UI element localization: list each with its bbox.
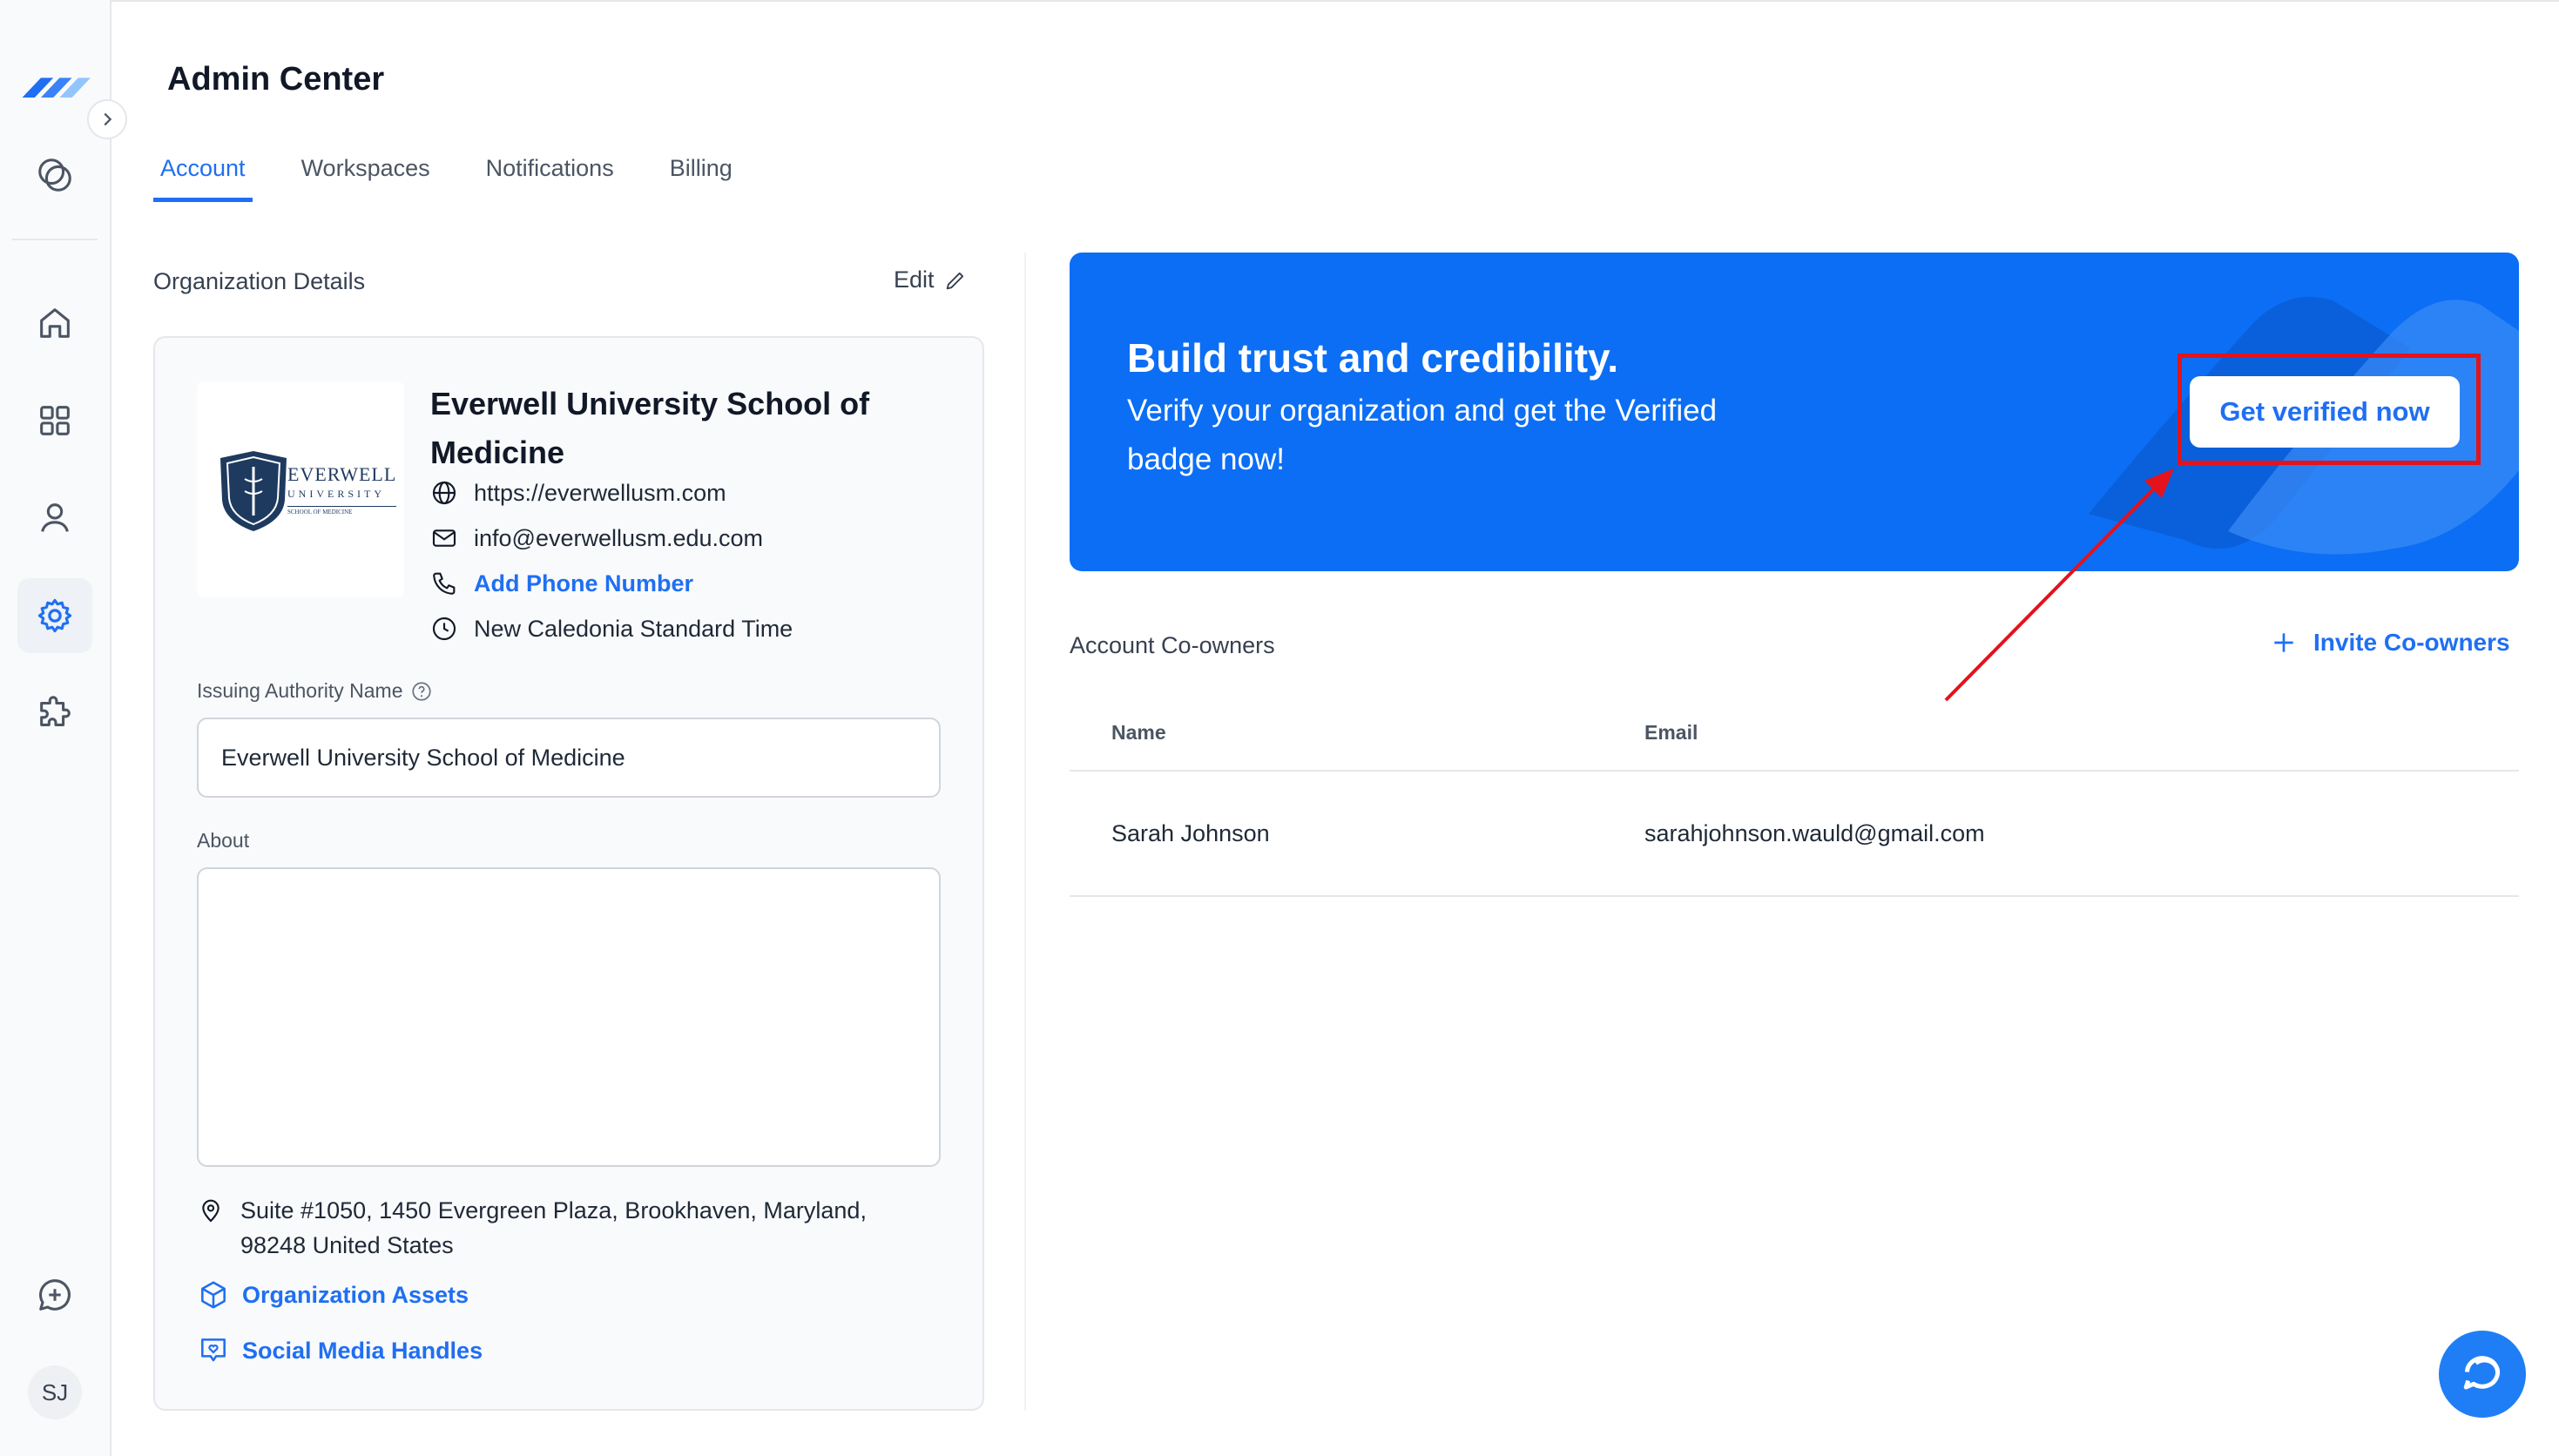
org-assets-label: Organization Assets — [242, 1281, 469, 1308]
puzzle-icon[interactable] — [17, 676, 92, 751]
sidebar-expand-button[interactable] — [87, 99, 127, 139]
apps-grid-icon[interactable] — [17, 383, 92, 458]
add-phone-label: Add Phone Number — [474, 570, 694, 597]
column-header-name: Name — [1111, 721, 1166, 744]
box-icon — [201, 1281, 226, 1309]
plus-icon — [2274, 633, 2293, 652]
chat-bubble-icon — [2463, 1356, 2500, 1390]
logo-wordmark: EVERWELL UNIVERSITY SCHOOL OF MEDICINE — [287, 463, 397, 516]
address-row: Suite #1050, 1450 Evergreen Plaza, Brook… — [197, 1193, 867, 1263]
settings-icon[interactable] — [17, 578, 92, 653]
add-phone-link[interactable]: Add Phone Number — [430, 570, 693, 597]
coowners-section-title: Account Co-owners — [1070, 632, 1275, 658]
column-divider — [1024, 253, 1026, 1411]
coowner-name: Sarah Johnson — [1111, 820, 1270, 846]
user-icon[interactable] — [17, 481, 92, 556]
tab-notifications[interactable]: Notifications — [479, 146, 621, 202]
annotation-highlight-box — [2178, 354, 2481, 465]
location-pin-icon — [202, 1199, 219, 1223]
banner-subtitle: Verify your organization and get the Ver… — [1127, 394, 1718, 476]
social-media-label: Social Media Handles — [242, 1337, 483, 1364]
phone-icon — [433, 572, 456, 595]
timezone-text: New Caledonia Standard Time — [474, 615, 793, 642]
help-icon[interactable] — [410, 680, 433, 703]
social-media-link[interactable]: Social Media Handles — [197, 1334, 483, 1367]
support-chat-button[interactable] — [2439, 1331, 2526, 1418]
timezone-row: New Caledonia Standard Time — [430, 615, 793, 643]
about-label: About — [197, 829, 250, 852]
edit-button[interactable]: Edit — [894, 266, 968, 293]
logo-text-tag: SCHOOL OF MEDICINE — [287, 506, 397, 516]
home-icon[interactable] — [17, 286, 92, 361]
about-textarea[interactable] — [197, 867, 941, 1167]
tab-workspaces[interactable]: Workspaces — [294, 146, 437, 202]
banner-title: Build trust and credibility. — [1127, 335, 1618, 381]
chevron-right-icon — [104, 112, 112, 126]
pencil-icon — [946, 272, 963, 289]
heart-chat-icon — [201, 1338, 226, 1362]
avatar[interactable]: SJ — [28, 1365, 82, 1419]
authority-label-text: Issuing Authority Name — [197, 679, 403, 702]
invite-coowners-label: Invite Co-owners — [2313, 629, 2510, 656]
logo-icon[interactable] — [17, 49, 92, 124]
email-text[interactable]: info@everwellusm.edu.com — [474, 525, 763, 552]
org-details-card: EVERWELL UNIVERSITY SCHOOL OF MEDICINE E… — [153, 336, 984, 1411]
tab-bar: Account Workspaces Notifications Billing — [153, 146, 781, 211]
address-line1: Suite #1050, 1450 Evergreen Plaza, Brook… — [240, 1197, 867, 1223]
org-assets-link[interactable]: Organization Assets — [197, 1278, 469, 1311]
top-border — [0, 0, 2559, 2]
mail-icon — [432, 529, 456, 547]
logo-text-sub: UNIVERSITY — [287, 488, 385, 500]
sidebar-divider — [12, 239, 98, 240]
edit-label: Edit — [894, 266, 935, 293]
globe-icon — [432, 481, 456, 505]
clock-icon — [432, 617, 456, 641]
authority-name-input[interactable]: Everwell University School of Medicine — [197, 718, 941, 798]
website-text[interactable]: https://everwellusm.com — [474, 480, 726, 507]
tab-billing[interactable]: Billing — [663, 146, 739, 202]
logo-text-main: EVERWELL — [287, 463, 397, 485]
column-header-email: Email — [1644, 721, 1698, 744]
invite-coowners-button[interactable]: Invite Co-owners — [2270, 629, 2510, 657]
table-divider — [1070, 770, 2519, 772]
org-name: Everwell University School of Medicine — [430, 386, 870, 470]
email-row: info@everwellusm.edu.com — [430, 524, 763, 552]
table-divider — [1070, 895, 2519, 897]
chat-plus-icon[interactable] — [17, 1257, 92, 1332]
address-line2: 98248 United States — [240, 1232, 454, 1258]
authority-label: Issuing Authority Name — [197, 679, 433, 703]
page-title: Admin Center — [167, 61, 385, 98]
coowner-email: sarahjohnson.wauld@gmail.com — [1644, 820, 1985, 846]
org-section-title: Organization Details — [153, 268, 366, 294]
website-row: https://everwellusm.com — [430, 479, 726, 507]
tab-account[interactable]: Account — [153, 146, 253, 202]
sidebar: SJ — [0, 0, 127, 1456]
credentials-icon[interactable] — [17, 138, 92, 212]
